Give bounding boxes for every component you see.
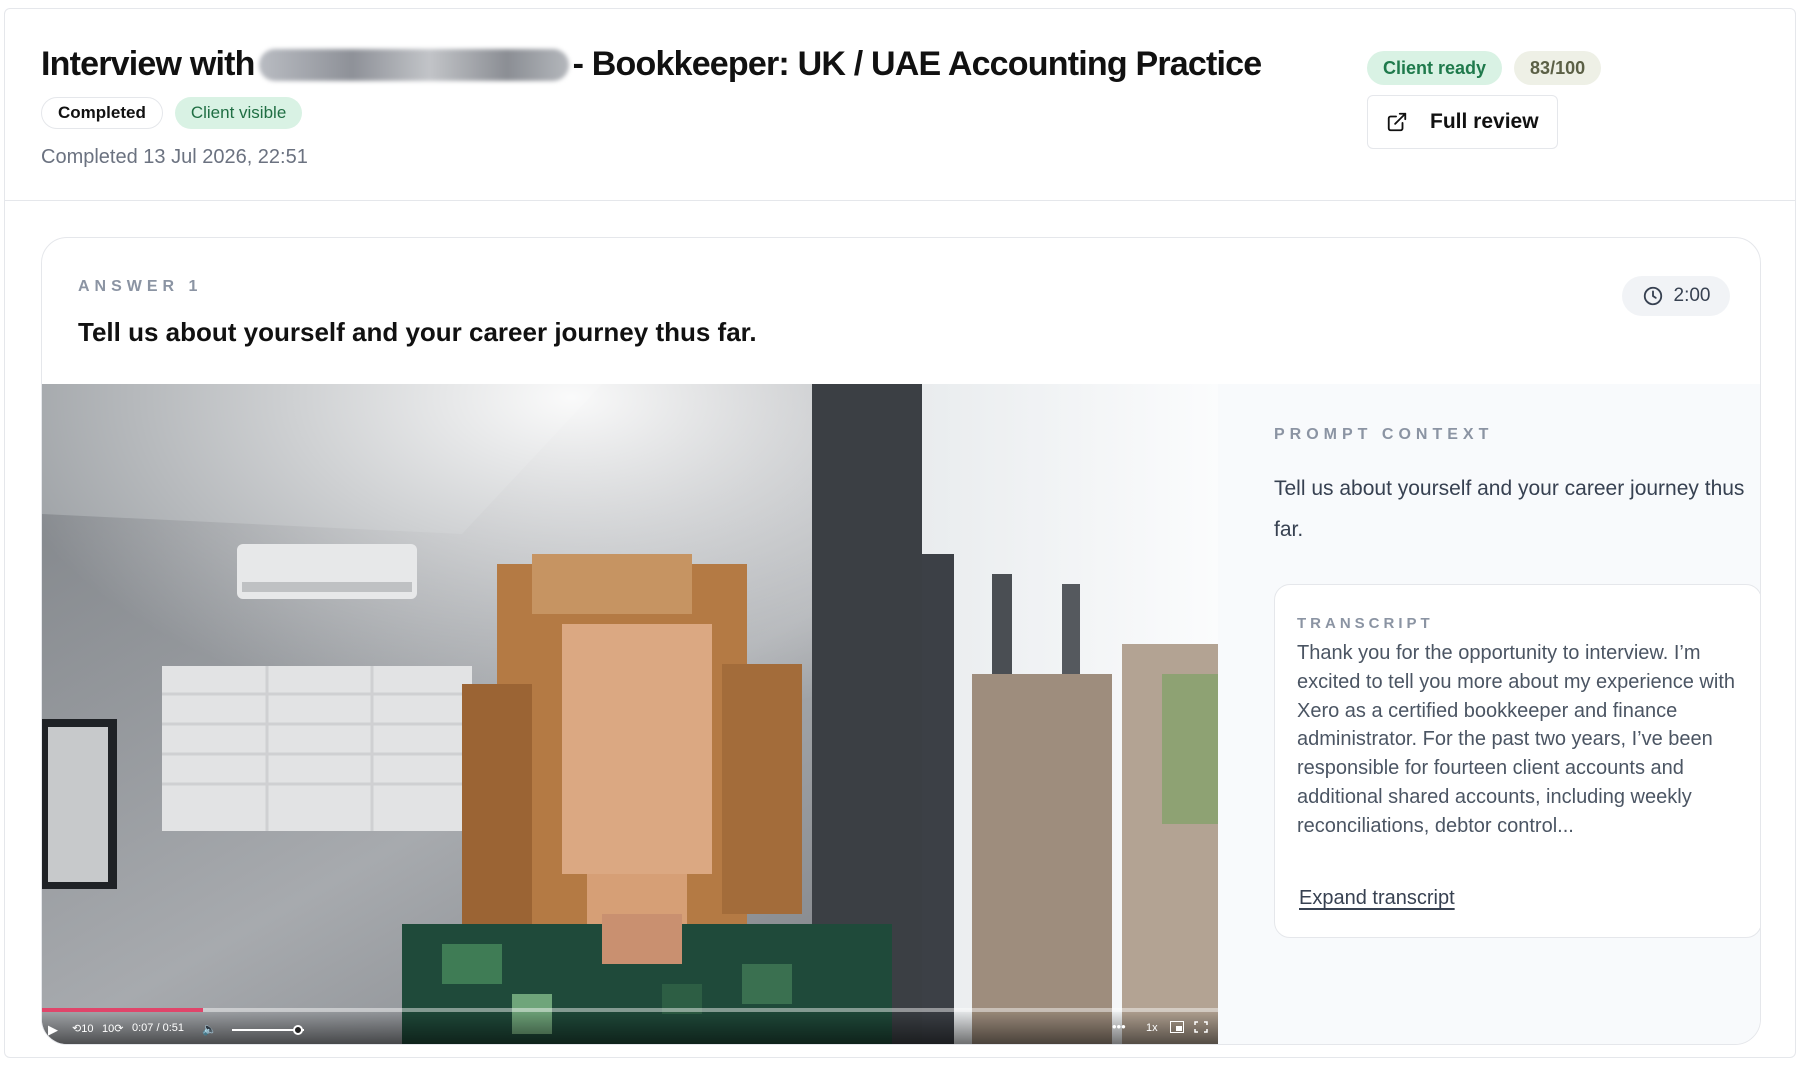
status-badges: Completed Client visible [41, 97, 303, 129]
more-options-icon[interactable]: ••• [1112, 1019, 1126, 1034]
picture-in-picture-icon[interactable] [1170, 1021, 1184, 1036]
time-display: 0:07 / 0:51 [132, 1022, 184, 1034]
redacted-candidate-name [258, 48, 569, 81]
transcript-label: TRANSCRIPT [1297, 615, 1434, 632]
volume-knob[interactable] [293, 1025, 304, 1035]
full-review-button[interactable]: Full review [1367, 95, 1558, 149]
prompt-context-label: PROMPT CONTEXT [1274, 426, 1494, 443]
review-status: Client ready 83/100 [1367, 51, 1602, 85]
title-prefix: Interview with [41, 45, 255, 83]
duration-badge: 2:00 [1622, 276, 1730, 316]
completed-badge: Completed [41, 97, 163, 129]
completed-timestamp: Completed 13 Jul 2026, 22:51 [41, 146, 308, 168]
question-text: Tell us about yourself and your career j… [78, 317, 757, 347]
forward-label: 10 [102, 1023, 115, 1035]
score-pill: 83/100 [1514, 51, 1602, 85]
interview-page: Interview with - Bookkeeper: UK / UAE Ac… [4, 8, 1796, 1058]
answer-label: ANSWER 1 [78, 278, 203, 295]
rewind-button[interactable]: ⟲10 [72, 1022, 93, 1035]
prompt-context-panel: PROMPT CONTEXT Tell us about yourself an… [1218, 384, 1760, 1044]
pixelated-video-frame [42, 384, 1218, 1044]
playback-speed-button[interactable]: 1x [1146, 1022, 1158, 1034]
transcript-text: Thank you for the opportunity to intervi… [1297, 642, 1735, 837]
title-suffix: - Bookkeeper: UK / UAE Accounting Practi… [572, 45, 1263, 83]
forward-button[interactable]: 10⟳ [102, 1022, 123, 1035]
prompt-context-text: Tell us about yourself and your career j… [1274, 477, 1745, 541]
client-visible-badge: Client visible [174, 97, 303, 129]
video-progress-bar[interactable] [42, 1008, 1218, 1012]
transcript-box: TRANSCRIPT Thank you for the opportunity… [1274, 584, 1760, 938]
page-header: Interview with - Bookkeeper: UK / UAE Ac… [5, 9, 1795, 201]
expand-transcript-link[interactable]: Expand transcript [1299, 887, 1455, 910]
play-icon[interactable]: ▶ [48, 1022, 58, 1038]
answer-card: ANSWER 1 Tell us about yourself and your… [41, 237, 1761, 1045]
rewind-label: 10 [81, 1023, 94, 1035]
video-controls: ▶ ⟲10 10⟳ 0:07 / 0:51 🔈 ••• 1x [42, 1018, 1218, 1042]
video-player[interactable]: ▶ ⟲10 10⟳ 0:07 / 0:51 🔈 ••• 1x [42, 384, 1218, 1044]
page-title: Interview with - Bookkeeper: UK / UAE Ac… [41, 45, 1263, 84]
volume-icon[interactable]: 🔈 [202, 1022, 217, 1036]
client-ready-pill: Client ready [1367, 51, 1503, 85]
external-link-icon [1387, 112, 1407, 132]
video-progress-fill [42, 1008, 204, 1012]
full-review-label: Full review [1430, 110, 1539, 133]
fullscreen-icon[interactable] [1194, 1021, 1208, 1036]
clock-icon [1643, 286, 1662, 306]
duration-text: 2:00 [1673, 285, 1711, 306]
